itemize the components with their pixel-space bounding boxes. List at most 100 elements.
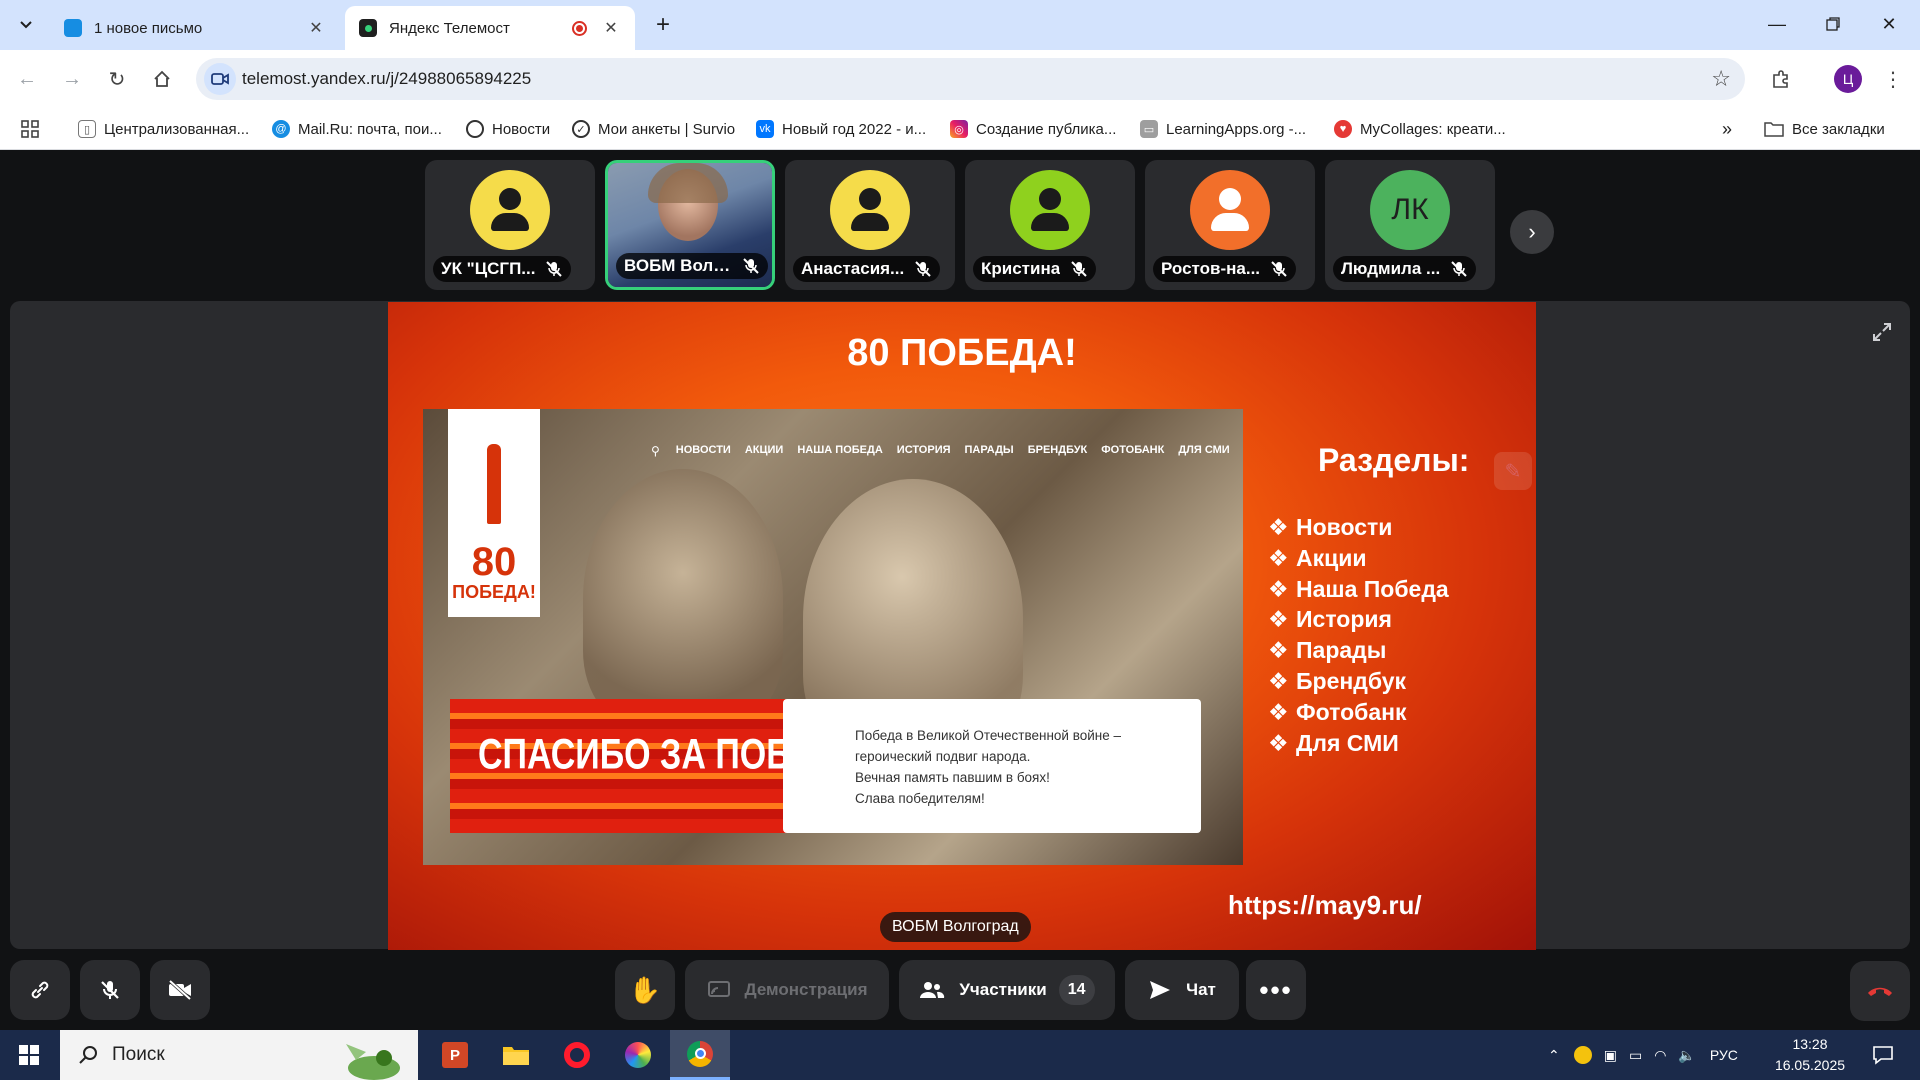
back-button[interactable]: ← <box>10 62 44 96</box>
diamond-bullet-icon: ❖ <box>1268 575 1289 602</box>
pen-tool-icon[interactable]: ✎ <box>1494 452 1532 490</box>
list-item: ❖ Брендбук <box>1268 666 1449 697</box>
participant-name-badge: Людмила ... <box>1333 256 1477 282</box>
bookmark-all[interactable]: Все закладки <box>1764 116 1885 142</box>
participants-button[interactable]: Участники 14 <box>899 960 1115 1020</box>
more-bookmarks-button[interactable]: » <box>1722 116 1732 142</box>
mic-off-icon <box>546 261 563 277</box>
parrot-illustration-icon <box>346 1044 400 1080</box>
victory-80-logo: 80 ПОБЕДА! <box>448 409 540 617</box>
avatar <box>1010 170 1090 250</box>
participant-name-badge: УК "ЦСГП... <box>433 256 572 282</box>
person-icon <box>1039 188 1061 210</box>
extensions-button[interactable] <box>1764 62 1798 96</box>
microphone-toggle-button[interactable] <box>80 960 140 1020</box>
chevron-up-icon[interactable]: ⌃ <box>1548 1047 1560 1064</box>
camera-toggle-button[interactable] <box>150 960 210 1020</box>
raise-hand-button[interactable]: ✋ <box>615 960 675 1020</box>
folder-icon <box>503 1047 529 1065</box>
bookmark-item[interactable]: vk Новый год 2022 - и... <box>756 116 926 142</box>
volume-icon[interactable]: 🔈 <box>1678 1047 1695 1064</box>
mic-off-icon <box>1271 261 1287 277</box>
clock[interactable]: 13:28 16.05.2025 <box>1774 1034 1846 1076</box>
participant-tile[interactable]: Кристина <box>965 160 1135 290</box>
book-icon: ▯ <box>78 120 96 138</box>
participant-tile[interactable]: Ростов-на... <box>1145 160 1315 290</box>
tab-telemost[interactable]: Яндекс Телемост ✕ <box>345 6 635 50</box>
bookmark-item[interactable]: ♥ MyCollages: креати... <box>1334 116 1506 142</box>
participant-tile[interactable]: УК "ЦСГП... <box>425 160 595 290</box>
bookmark-item[interactable]: ▯ Централизованная... <box>78 116 249 142</box>
list-item: ❖ Новости <box>1268 512 1449 543</box>
home-button[interactable] <box>145 62 179 96</box>
participant-tile[interactable]: ЛК Людмила ... <box>1325 160 1495 290</box>
folder-icon <box>1764 122 1784 137</box>
taskbar-chrome[interactable] <box>670 1030 730 1080</box>
person-icon <box>859 188 881 210</box>
language-indicator[interactable]: РУС <box>1710 1047 1738 1063</box>
forward-button[interactable]: → <box>55 62 89 96</box>
video-camera-icon <box>211 73 229 85</box>
search-icon <box>79 1046 97 1064</box>
participants-count-badge: 14 <box>1058 975 1095 1005</box>
bookmark-star-icon[interactable]: ☆ <box>1711 66 1731 92</box>
system-tray: ⌃ ▣ ▭ ◠ 🔈 РУС <box>1548 1030 1738 1080</box>
speaker-name-badge: ВОБМ Волгоград <box>880 912 1031 942</box>
mail-at-icon: @ <box>272 120 290 138</box>
bookmark-item[interactable]: ▭ LearningApps.org -... <box>1140 116 1306 142</box>
bookmark-item[interactable]: Новости <box>466 116 550 142</box>
windows-taskbar: Поиск P ⌃ ▣ ▭ ◠ 🔈 РУС 13:28 16.05.2025 <box>0 1030 1920 1080</box>
send-icon <box>1150 981 1171 999</box>
notifications-button[interactable] <box>1858 1030 1908 1080</box>
tab-mail[interactable]: 1 новое письмо ✕ <box>50 6 340 50</box>
wifi-icon[interactable]: ◠ <box>1654 1047 1666 1064</box>
avatar: ЛК <box>1370 170 1450 250</box>
participant-name-badge: Кристина <box>973 256 1097 282</box>
vk-icon: vk <box>756 120 774 138</box>
bookmark-item[interactable]: ✓ Мои анкеты | Survio <box>572 116 735 142</box>
taskbar-browser[interactable] <box>608 1030 668 1080</box>
participant-tile-active[interactable]: ВОБМ Волгог... <box>605 160 775 290</box>
person-icon <box>1219 188 1241 210</box>
new-tab-button[interactable]: + <box>648 10 678 40</box>
battery-icon[interactable]: ▭ <box>1629 1047 1642 1064</box>
close-icon[interactable]: ✕ <box>306 18 326 38</box>
participants-icon <box>920 982 945 998</box>
address-bar[interactable]: telemost.yandex.ru/j/24988065894225 ☆ <box>196 58 1745 100</box>
menu-button[interactable]: ⋮ <box>1876 62 1910 96</box>
taskbar-opera[interactable] <box>547 1030 607 1080</box>
banner-text-box: Победа в Великой Отечественной войне – г… <box>783 699 1201 833</box>
taskbar-powerpoint[interactable]: P <box>425 1030 485 1080</box>
participant-tile[interactable]: Анастасия... <box>785 160 955 290</box>
site-info-icon[interactable] <box>204 63 236 95</box>
search-icon: ⚲ <box>651 444 660 458</box>
diamond-bullet-icon: ❖ <box>1268 514 1289 540</box>
avatar <box>830 170 910 250</box>
minimize-button[interactable]: — <box>1754 4 1800 44</box>
apps-button[interactable] <box>20 116 40 142</box>
reload-button[interactable]: ↻ <box>100 62 134 96</box>
telemost-app: УК "ЦСГП... ВОБМ Волгог... Анастасия... … <box>0 150 1920 1030</box>
restore-button[interactable] <box>1810 4 1856 44</box>
raise-hand-icon: ✋ <box>628 974 662 1005</box>
bookmarks-bar: ▯ Централизованная... @ Mail.Ru: почта, по… <box>0 108 1920 150</box>
profile-avatar[interactable]: Ц <box>1834 65 1862 93</box>
bookmark-item[interactable]: @ Mail.Ru: почта, пои... <box>272 116 442 142</box>
tray-app-icon[interactable] <box>1573 1046 1592 1064</box>
bookmark-item[interactable]: ◎ Создание публика... <box>950 116 1116 142</box>
fullscreen-button[interactable] <box>1866 316 1898 348</box>
leave-call-button[interactable] <box>1850 961 1910 1021</box>
meet-now-icon[interactable]: ▣ <box>1604 1047 1617 1064</box>
screen-share-button[interactable]: Демонстрация <box>685 960 889 1020</box>
participants-next-button[interactable]: › <box>1510 210 1554 254</box>
copy-link-button[interactable] <box>10 960 70 1020</box>
taskbar-explorer[interactable] <box>486 1030 546 1080</box>
chat-button[interactable]: Чат <box>1125 960 1239 1020</box>
start-button[interactable] <box>0 1030 58 1080</box>
tab-search-button[interactable] <box>10 9 42 41</box>
close-window-button[interactable]: ✕ <box>1866 4 1912 44</box>
powerpoint-icon: P <box>442 1042 468 1068</box>
close-icon[interactable]: ✕ <box>601 18 621 38</box>
more-options-button[interactable]: ••• <box>1246 960 1306 1020</box>
participant-name-badge: Ростов-на... <box>1153 256 1297 282</box>
